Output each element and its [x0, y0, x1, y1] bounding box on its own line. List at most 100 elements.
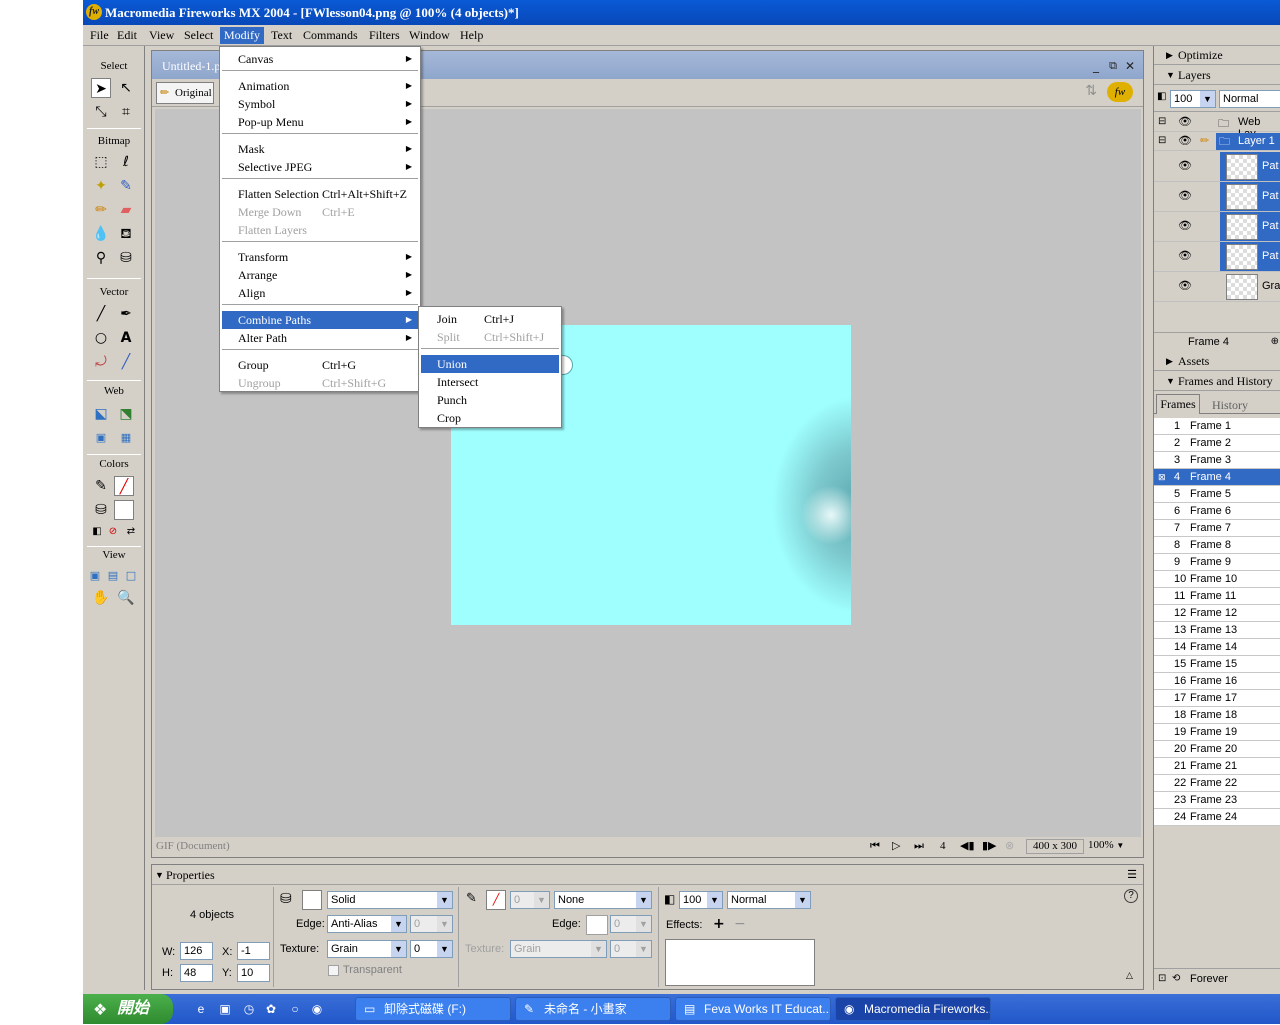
slice-tool-icon[interactable]: ⬔ — [116, 404, 136, 424]
line-tool-icon[interactable]: ╱ — [91, 304, 111, 324]
last-frame-icon[interactable]: ⏭ — [914, 839, 924, 853]
next-frame-icon[interactable]: ▮▶ — [982, 839, 997, 852]
text-tool-icon[interactable]: A — [116, 328, 136, 348]
magic-wand-icon[interactable]: ✦ — [91, 176, 111, 196]
task-feva-works[interactable]: ▤ Feva Works IT Educat... — [675, 997, 831, 1021]
opacity-field[interactable]: 100 ▼ — [679, 891, 723, 909]
full-screen-menu-icon[interactable]: ▤ — [103, 566, 123, 586]
layer-1-row[interactable]: ⊟ 👁 ✏ 🗀 Layer 1 — [1154, 133, 1280, 151]
hotspot-tool-icon[interactable]: ⬕ — [91, 404, 111, 424]
eye-icon[interactable]: 👁 — [1178, 279, 1192, 292]
full-screen-icon[interactable]: □ — [121, 566, 141, 586]
crop-tool-icon[interactable]: ⌗ — [116, 102, 136, 122]
first-frame-icon[interactable]: ⏮ — [870, 839, 880, 853]
tab-frames[interactable]: Frames — [1156, 394, 1200, 414]
frames-history-header[interactable]: ▼ Frames and History — [1154, 372, 1280, 391]
stroke-color-box[interactable]: ╱ — [486, 890, 506, 910]
frame-row[interactable]: 22 Frame 22 — [1154, 775, 1280, 792]
edge-dropdown[interactable]: Anti-Alias ▼ — [327, 915, 407, 933]
media-icon[interactable]: ▣ — [217, 1001, 233, 1017]
menu-view[interactable]: View — [145, 27, 178, 44]
task-paint[interactable]: ✎ 未命名 - 小畫家 — [515, 997, 671, 1021]
swap-colors-icon[interactable]: ⇄ — [121, 522, 141, 542]
modify-menu-item[interactable]: Canvas ▶ — [222, 50, 418, 68]
modify-menu-item[interactable]: Animation ▶ — [222, 77, 418, 95]
assets-panel-header[interactable]: ▶ Assets — [1154, 352, 1280, 371]
fill-color-box[interactable] — [302, 890, 322, 910]
expand-box-icon[interactable]: ⊟ — [1158, 116, 1166, 127]
options-menu-icon[interactable]: ☰ — [1127, 865, 1137, 885]
eyedropper-icon[interactable]: ⚲ — [91, 248, 111, 268]
eye-icon[interactable]: 👁 — [1178, 159, 1192, 172]
update-icon[interactable]: ⇅ — [1085, 83, 1097, 99]
frame-row[interactable]: 2 Frame 2 — [1154, 435, 1280, 452]
no-color-icon[interactable]: ⊘ — [103, 522, 123, 542]
add-effect-icon[interactable]: + — [713, 916, 725, 932]
frame-row[interactable]: 1 Frame 1 — [1154, 418, 1280, 435]
onion-skin-icon[interactable]: ⊡ — [1158, 969, 1166, 989]
modify-menu-item[interactable]: Arrange ▶ — [222, 266, 418, 284]
fill-color-icon[interactable]: ⛁ — [91, 500, 111, 520]
frame-row[interactable]: 10 Frame 10 — [1154, 571, 1280, 588]
modify-menu-item[interactable]: Align ▶ — [222, 284, 418, 302]
object-row[interactable]: 👁 Pat — [1154, 182, 1280, 212]
frame-row[interactable]: 6 Frame 6 — [1154, 503, 1280, 520]
blend-mode-dropdown[interactable]: Normal ▼ — [727, 891, 811, 909]
frame-row[interactable]: 11 Frame 11 — [1154, 588, 1280, 605]
x-field[interactable]: -1 — [237, 942, 270, 960]
eye-icon[interactable]: 👁 — [1178, 134, 1192, 147]
eye-icon[interactable]: 👁 — [1178, 249, 1192, 262]
modify-menu-item[interactable]: Symbol ▶ — [222, 95, 418, 113]
pen-tool-icon[interactable]: ✒ — [116, 304, 136, 324]
subselection-tool-icon[interactable]: ↖ — [116, 78, 136, 98]
effects-list[interactable] — [665, 939, 815, 986]
modify-menu-item[interactable]: Alter Path ▶ — [222, 329, 418, 347]
modify-menu-item[interactable]: Selective JPEG ▶ — [222, 158, 418, 176]
zoom-level[interactable]: 100% ▼ — [1088, 839, 1138, 854]
modify-menu-item[interactable]: Transform ▶ — [222, 248, 418, 266]
help-icon[interactable]: ? — [1124, 889, 1138, 903]
expand-icon[interactable]: △ — [1126, 971, 1133, 981]
width-field[interactable]: 126 — [180, 942, 213, 960]
loop-icon[interactable]: ⟲ — [1172, 969, 1180, 989]
menu-select[interactable]: Select — [180, 27, 217, 44]
pointer-tool-icon[interactable]: ➤ — [91, 78, 111, 98]
object-row[interactable]: 👁 Pat — [1154, 152, 1280, 182]
restore-icon[interactable]: ⧉ — [1109, 51, 1117, 81]
marquee-tool-icon[interactable]: ⬚ — [91, 152, 111, 172]
fill-color-swatch[interactable] — [114, 500, 134, 520]
zoom-tool-icon[interactable]: 🔍 — [116, 588, 136, 608]
task-fireworks[interactable]: ◉ Macromedia Fireworks... — [835, 997, 991, 1021]
menu-file[interactable]: File — [86, 27, 113, 44]
scale-tool-icon[interactable]: ⤡ — [91, 102, 111, 122]
frame-row[interactable]: 21 Frame 21 — [1154, 758, 1280, 775]
modify-menu-item[interactable]: Mask ▶ — [222, 140, 418, 158]
object-row[interactable]: 👁 Pat — [1154, 212, 1280, 242]
eye-icon[interactable]: 👁 — [1178, 115, 1192, 128]
play-icon[interactable]: ▷ — [892, 839, 900, 852]
stroke-color-icon[interactable]: ✎ — [91, 476, 111, 496]
edit-pencil-icon[interactable]: ✏ — [1200, 134, 1209, 147]
freeform-tool-icon[interactable]: ⤾ — [91, 352, 111, 372]
object-row[interactable]: 👁 Pat — [1154, 242, 1280, 272]
fill-type-dropdown[interactable]: Solid ▼ — [327, 891, 453, 909]
frame-row[interactable]: 3 Frame 3 — [1154, 452, 1280, 469]
rubber-stamp-icon[interactable]: ⛾ — [116, 224, 136, 244]
tab-history[interactable]: History — [1212, 396, 1248, 414]
frame-row[interactable]: 24 Frame 24 — [1154, 809, 1280, 826]
ie-icon[interactable]: e — [193, 1001, 209, 1017]
frame-row[interactable]: 18 Frame 18 — [1154, 707, 1280, 724]
search-icon[interactable]: ○ — [287, 1001, 303, 1017]
combine-menu-item[interactable]: Intersect — [421, 373, 559, 391]
lasso-tool-icon[interactable]: ℓ — [116, 152, 136, 172]
stroke-color-swatch[interactable]: ╱ — [114, 476, 134, 496]
eye-icon[interactable]: 👁 — [1178, 219, 1192, 232]
frame-row[interactable]: 19 Frame 19 — [1154, 724, 1280, 741]
combine-menu-item[interactable]: Punch — [421, 391, 559, 409]
layers-options-icon[interactable]: ⊕ — [1271, 333, 1279, 351]
start-button[interactable]: ❖ 開始 — [83, 994, 173, 1024]
layers-panel-header[interactable]: ▼ Layers — [1154, 66, 1280, 85]
menu-filters[interactable]: Filters — [365, 27, 404, 44]
combine-menu-item[interactable]: Join Ctrl+J — [421, 310, 559, 328]
menu-help[interactable]: Help — [456, 27, 487, 44]
